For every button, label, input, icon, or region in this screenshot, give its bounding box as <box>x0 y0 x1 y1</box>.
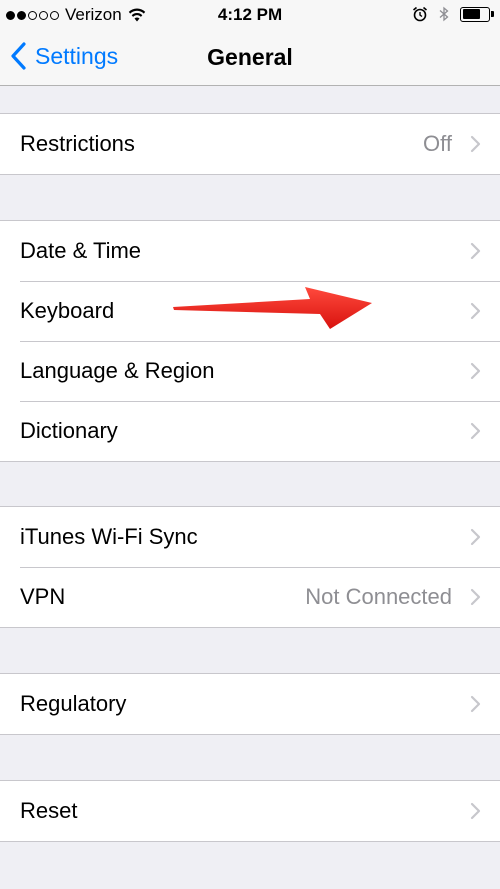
chevron-right-icon <box>470 242 481 260</box>
chevron-right-icon <box>470 588 481 606</box>
row-label: Dictionary <box>20 418 118 443</box>
row-vpn[interactable]: VPN Not Connected <box>0 567 500 627</box>
row-dictionary[interactable]: Dictionary <box>0 401 500 461</box>
row-date-time[interactable]: Date & Time <box>0 221 500 281</box>
chevron-right-icon <box>470 135 481 153</box>
battery-icon <box>460 6 494 22</box>
chevron-right-icon <box>470 302 481 320</box>
status-right <box>412 6 494 22</box>
row-label: iTunes Wi-Fi Sync <box>20 524 198 549</box>
settings-group-locale: Date & Time Keyboard Language & Region D… <box>0 220 500 462</box>
row-label: Reset <box>20 798 78 823</box>
settings-group-restrictions: Restrictions Off <box>0 113 500 175</box>
bluetooth-icon <box>439 6 449 22</box>
battery-body <box>460 6 490 22</box>
row-reset[interactable]: Reset <box>0 781 500 841</box>
row-language-region[interactable]: Language & Region <box>0 341 500 401</box>
chevron-right-icon <box>470 695 481 713</box>
row-label: Restrictions <box>20 131 135 156</box>
row-value: Off <box>423 131 452 156</box>
navigation-bar: Settings General <box>0 30 500 86</box>
row-label: Language & Region <box>20 358 215 383</box>
row-label: Regulatory <box>20 691 127 716</box>
annotation-arrow-icon <box>173 287 372 329</box>
status-bar: Verizon 4:12 PM <box>0 0 500 30</box>
alarm-icon <box>412 6 428 22</box>
row-label: Keyboard <box>20 298 115 323</box>
row-label: Date & Time <box>20 238 142 263</box>
row-restrictions[interactable]: Restrictions Off <box>0 114 500 174</box>
battery-fill <box>462 9 480 19</box>
row-itunes-wifi-sync[interactable]: iTunes Wi-Fi Sync <box>0 507 500 567</box>
battery-tip <box>491 11 494 17</box>
chevron-right-icon <box>470 528 481 546</box>
row-label: VPN <box>20 584 66 609</box>
settings-group-regulatory: Regulatory <box>0 673 500 735</box>
page-title: General <box>207 44 293 70</box>
row-value: Not Connected <box>305 584 452 609</box>
settings-group-reset: Reset <box>0 780 500 842</box>
chevron-right-icon <box>470 362 481 380</box>
row-regulatory[interactable]: Regulatory <box>0 674 500 734</box>
chevron-right-icon <box>470 802 481 820</box>
settings-group-sync: iTunes Wi-Fi Sync VPN Not Connected <box>0 506 500 628</box>
chevron-right-icon <box>470 422 481 440</box>
